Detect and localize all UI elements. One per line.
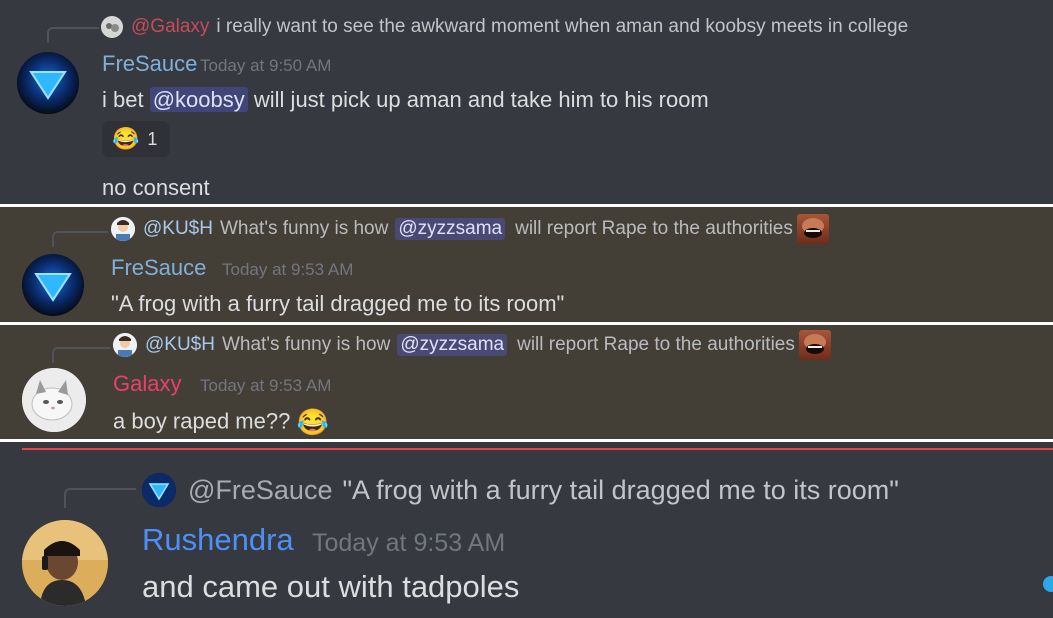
reply-author[interactable]: @KU$H [145, 334, 215, 356]
reply-author[interactable]: @Galaxy [131, 16, 209, 38]
message-content: and came out with tadpoles [142, 569, 520, 604]
new-messages-divider [22, 448, 1053, 450]
reply-preview[interactable]: @KU$H What's funny is how @zyzzsama will… [111, 214, 829, 244]
message-content-2: no consent [102, 175, 210, 200]
reply-avatar [142, 473, 176, 507]
reply-connector [52, 231, 108, 247]
reply-author[interactable]: @FreSauce [188, 475, 332, 506]
scroll-indicator-icon [1043, 576, 1053, 592]
reply-preview[interactable]: @FreSauce "A frog with a furry tail drag… [142, 472, 899, 508]
message-text-prefix: i bet [102, 87, 144, 112]
message-group-fresauce-2: @KU$H What's funny is how @zyzzsama will… [0, 207, 1053, 322]
message-group-fresauce-1: @Galaxy i really want to see the awkward… [0, 0, 1053, 204]
user-mention[interactable]: @zyzzsama [397, 334, 508, 356]
timestamp: Today at 9:53 AM [312, 529, 506, 557]
laughing-face-emote-icon [796, 214, 829, 244]
reply-text-suffix: will report Rape to the authorities [515, 218, 793, 239]
laughing-face-emote-icon [798, 330, 831, 360]
reply-text-prefix: What's funny is how [219, 218, 389, 239]
reply-avatar [101, 16, 123, 38]
username[interactable]: FreSauce [111, 255, 206, 281]
reply-avatar [111, 217, 135, 241]
reply-avatar [113, 333, 137, 357]
timestamp: Today at 9:53 AM [222, 260, 354, 279]
avatar[interactable] [22, 520, 108, 606]
reply-connector [64, 488, 136, 508]
avatar[interactable] [22, 368, 86, 432]
username[interactable]: FreSauce [102, 51, 197, 77]
message-content: i bet @koobsy will just pick up aman and… [102, 87, 709, 113]
reply-text-prefix: What's funny is how [221, 334, 391, 355]
message-group-galaxy: @KU$H What's funny is how @zyzzsama will… [0, 325, 1053, 439]
reaction-emoji: 😂 [112, 126, 140, 151]
timestamp: Today at 9:50 AM [200, 56, 332, 75]
message-text-suffix: will just pick up aman and take him to h… [253, 87, 709, 112]
username[interactable]: Galaxy [113, 371, 181, 397]
avatar[interactable] [22, 254, 84, 316]
reply-connector [47, 27, 99, 43]
reply-text: "A frog with a furry tail dragged me to … [342, 474, 899, 505]
reply-connector [52, 347, 110, 363]
message-group-rushendra: @FreSauce "A frog with a furry tail drag… [0, 442, 1053, 618]
reaction-button[interactable]: 😂 1 [102, 121, 170, 157]
timestamp: Today at 9:53 AM [200, 376, 332, 395]
username[interactable]: Rushendra [142, 522, 294, 558]
reply-text: i really want to see the awkward moment … [216, 16, 909, 37]
message-text: a boy raped me?? [113, 408, 291, 434]
message-content: "A frog with a furry tail dragged me to … [111, 291, 565, 316]
reply-preview[interactable]: @KU$H What's funny is how @zyzzsama will… [113, 330, 831, 360]
message-content: a boy raped me?? 😂 [113, 407, 329, 438]
reaction-count: 1 [147, 128, 158, 149]
avatar[interactable] [17, 52, 79, 114]
reply-preview[interactable]: @Galaxy i really want to see the awkward… [101, 14, 908, 40]
reply-text-suffix: will report Rape to the authorities [517, 334, 795, 355]
user-mention[interactable]: @koobsy [149, 87, 248, 112]
reply-author[interactable]: @KU$H [143, 218, 213, 240]
user-mention[interactable]: @zyzzsama [395, 218, 506, 240]
crying-laughing-emoji-icon: 😂 [296, 407, 329, 437]
